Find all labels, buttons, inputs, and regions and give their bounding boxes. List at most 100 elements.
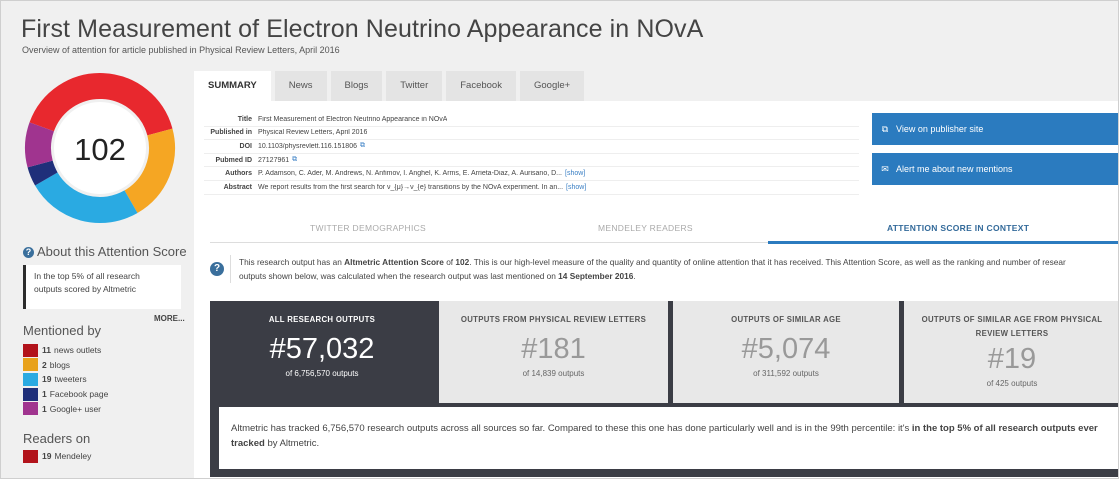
score-value: 102 — [74, 132, 126, 167]
external-link-icon: ⧉ — [881, 124, 889, 134]
tab-news[interactable]: News — [274, 71, 327, 101]
reader-count: 19 — [42, 451, 52, 462]
top-percent-text-2: outputs scored by Altmetric — [34, 284, 137, 294]
stat-number: #57,032 — [269, 333, 375, 365]
tab-summary[interactable]: SUMMARY — [194, 71, 271, 101]
meta-value: We report results from the first search … — [258, 183, 564, 191]
meta-key: Authors — [225, 170, 252, 178]
mention-facebook[interactable]: 1 Facebook page — [23, 387, 108, 402]
explanation-text: This research output has an Altmetric At… — [230, 255, 1118, 283]
mention-news[interactable]: 11 news outlets — [23, 343, 108, 358]
stat-similar-age-journal[interactable]: OUTPUTS OF SIMILAR AGE FROM PHYSICAL REV… — [904, 301, 1118, 403]
blogs-swatch — [23, 358, 38, 372]
more-link[interactable]: MORE... — [154, 314, 185, 323]
meta-key: Published in — [210, 129, 252, 137]
stat-label: OUTPUTS FROM PHYSICAL REVIEW LETTERS — [460, 315, 647, 324]
active-tab-indicator — [768, 241, 1118, 244]
tab-mendeley-readers[interactable]: MENDELEY READERS — [598, 223, 693, 233]
tab-attention-score-context[interactable]: ATTENTION SCORE IN CONTEXT — [887, 223, 1029, 233]
view-publisher-label: View on publisher site — [896, 124, 984, 134]
stat-similar-age[interactable]: OUTPUTS OF SIMILAR AGE #5,074 of 311,592… — [673, 301, 899, 403]
reader-label: Mendeley — [54, 451, 92, 462]
meta-key: Abstract — [223, 183, 252, 191]
mention-label: Facebook page — [49, 389, 109, 400]
mention-count: 19 — [42, 374, 52, 385]
stat-of: of 311,592 outputs — [753, 369, 819, 378]
summary-text: by Altmetric. — [264, 438, 320, 449]
stat-label: OUTPUTS OF SIMILAR AGE — [731, 315, 841, 324]
mention-label: Google+ user — [49, 403, 102, 414]
summary-panel: Title First Measurement of Electron Neutr… — [194, 101, 1118, 478]
mention-count: 1 — [42, 389, 47, 400]
page-subtitle: Overview of attention for article publis… — [22, 45, 340, 55]
meta-pubmed-row: Pubmed ID 27127961 ⧉ — [204, 154, 859, 168]
question-icon: ? — [23, 247, 34, 258]
tab-blogs[interactable]: Blogs — [330, 71, 383, 101]
mention-googleplus[interactable]: 1 Google+ user — [23, 401, 108, 416]
news-swatch — [23, 343, 38, 357]
top-percent-box: In the top 5% of all research outputs sc… — [23, 265, 181, 309]
explain-text: of — [443, 257, 456, 267]
envelope-icon: ✉ — [881, 164, 889, 174]
show-abstract-link[interactable]: [show] — [566, 184, 586, 191]
donut-svg: 102 — [25, 73, 175, 223]
reader-mendeley[interactable]: 19 Mendeley — [23, 449, 91, 464]
explain-bold: Altmetric Attention Score — [344, 257, 444, 267]
about-score-heading[interactable]: ? About this Attention Score — [23, 244, 187, 259]
mentioned-by-heading: Mentioned by — [23, 323, 102, 338]
stat-journal-outputs[interactable]: OUTPUTS FROM PHYSICAL REVIEW LETTERS #18… — [439, 301, 668, 403]
tab-twitter-demographics[interactable]: TWITTER DEMOGRAPHICS — [310, 223, 426, 233]
stat-all-outputs[interactable]: ALL RESEARCH OUTPUTS #57,032 of 6,756,57… — [210, 301, 434, 403]
readers-list: 19 Mendeley — [23, 449, 91, 464]
mention-label: blogs — [49, 359, 71, 370]
explain-text: outputs shown below, was calculated when… — [239, 271, 559, 281]
stat-of: of 425 outputs — [986, 379, 1038, 388]
doi-link[interactable]: 10.1103/physrevlett.116.151806 — [258, 143, 357, 150]
summary-text: Altmetric has tracked 6,756,570 research… — [231, 423, 912, 434]
tab-googleplus[interactable]: Google+ — [519, 71, 585, 101]
explain-date: 14 September 2016 — [558, 271, 634, 281]
alert-mentions-button[interactable]: ✉ Alert me about new mentions — [872, 153, 1118, 185]
context-tabs: TWITTER DEMOGRAPHICS MENDELEY READERS AT… — [210, 221, 1118, 244]
meta-value: Physical Review Letters, April 2016 — [258, 129, 368, 137]
mendeley-swatch — [23, 449, 38, 463]
stat-number: #181 — [521, 333, 586, 365]
question-icon[interactable]: ? — [210, 262, 224, 276]
explain-score: 102 — [455, 257, 470, 267]
meta-doi-row: DOI 10.1103/physrevlett.116.151806 ⧉ — [204, 140, 859, 154]
tab-twitter[interactable]: Twitter — [386, 71, 443, 101]
stat-of: of 14,839 outputs — [522, 369, 585, 378]
external-link-icon[interactable]: ⧉ — [292, 156, 297, 164]
mention-count: 2 — [42, 359, 47, 370]
mention-blogs[interactable]: 2 blogs — [23, 358, 108, 373]
stat-label: ALL RESEARCH OUTPUTS — [268, 315, 376, 324]
stat-number: #5,074 — [741, 333, 831, 365]
meta-published-row: Published in Physical Review Letters, Apr… — [204, 127, 859, 141]
view-publisher-button[interactable]: ⧉ View on publisher site — [872, 113, 1118, 145]
altmetric-page: First Measurement of Electron Neutrino A… — [0, 0, 1119, 479]
alert-mentions-label: Alert me about new mentions — [896, 164, 1013, 174]
external-link-icon[interactable]: ⧉ — [360, 142, 365, 150]
ranking-stats: ALL RESEARCH OUTPUTS #57,032 of 6,756,57… — [210, 301, 1118, 477]
meta-key: Title — [237, 115, 252, 123]
explain-text: . This is our high-level measure of the … — [469, 257, 1066, 267]
percentile-summary: Altmetric has tracked 6,756,570 research… — [219, 407, 1118, 469]
attention-score-donut[interactable]: 102 — [23, 69, 177, 227]
show-authors-link[interactable]: [show] — [565, 170, 585, 177]
meta-key: Pubmed ID — [215, 156, 252, 164]
mention-tweeters[interactable]: 19 tweeters — [23, 372, 108, 387]
pubmed-link[interactable]: 27127961 — [258, 157, 289, 164]
score-explanation: ? This research output has an Altmetric … — [210, 255, 1118, 289]
article-metadata: Title First Measurement of Electron Neutr… — [204, 113, 859, 195]
tab-facebook[interactable]: Facebook — [446, 71, 516, 101]
meta-key: DOI — [239, 142, 252, 150]
donut-segment-googleplus — [25, 122, 55, 168]
mention-label: news outlets — [54, 345, 102, 356]
googleplus-swatch — [23, 402, 38, 416]
stat-of: of 6,756,570 outputs — [285, 369, 359, 378]
donut-segment-facebook — [27, 160, 58, 186]
mentions-list: 11 news outlets 2 blogs 19 tweeters 1 Facebo… — [23, 343, 108, 416]
stat-label: OUTPUTS OF SIMILAR AGE FROM PHYSICAL REV… — [921, 315, 1103, 338]
top-percent-text-1: In the top 5% of all research — [34, 271, 140, 281]
mention-count: 1 — [42, 403, 47, 414]
